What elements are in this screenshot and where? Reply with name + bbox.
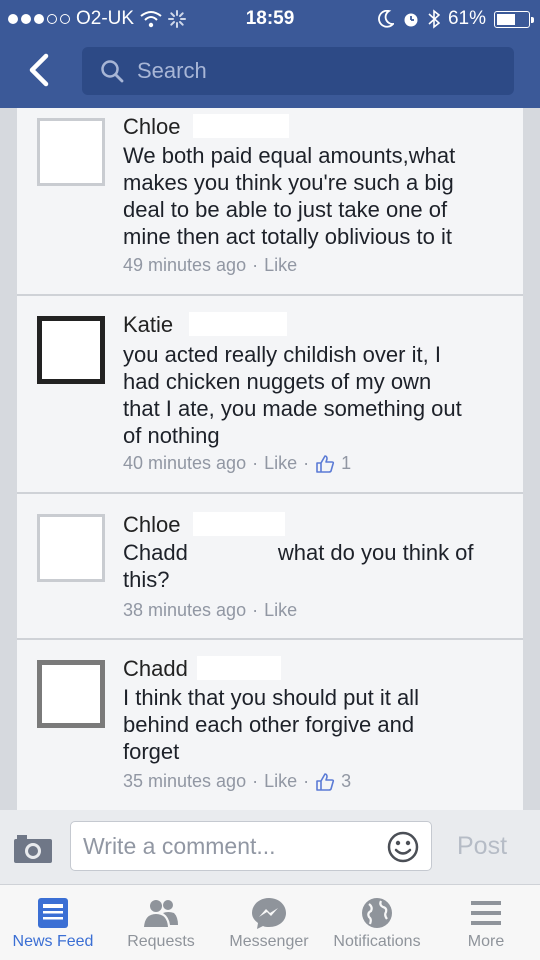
like-link[interactable]: Like: [264, 600, 297, 621]
comment-time: 38 minutes ago: [123, 600, 247, 620]
commenter-name[interactable]: Katie: [123, 312, 173, 338]
tab-requests[interactable]: Requests: [106, 885, 216, 960]
search-bar[interactable]: Search: [82, 47, 514, 95]
like-link[interactable]: Like: [264, 255, 297, 276]
tab-news-feed[interactable]: News Feed: [0, 885, 106, 960]
comment-meta: 35 minutes ago · Like · 3: [123, 771, 352, 792]
commenter-name[interactable]: Chloe: [123, 512, 180, 538]
post-button[interactable]: Post: [457, 832, 507, 861]
comment-meta: 49 minutes ago · Like: [123, 255, 298, 276]
tab-bar: News Feed Requests Messenger Notificatio…: [0, 884, 540, 960]
commenter-name[interactable]: Chloe: [123, 114, 180, 140]
avatar[interactable]: [37, 118, 105, 186]
emoji-icon[interactable]: [387, 831, 419, 863]
comment-text: Chadd what do you think of this?: [123, 540, 474, 592]
top-bar: O2-UK 18:59 61% Search: [0, 0, 540, 108]
news-feed-icon: [38, 898, 68, 928]
comment-time: 35 minutes ago: [123, 771, 247, 791]
redaction: [197, 656, 281, 680]
messenger-icon: [252, 898, 286, 929]
comment-meta: 38 minutes ago · Like: [123, 600, 298, 621]
tab-messenger[interactable]: Messenger: [216, 885, 322, 960]
comment-list: Chloe We both paid equal amounts,what ma…: [17, 108, 523, 810]
redaction: [193, 114, 289, 138]
avatar[interactable]: [37, 316, 105, 384]
avatar[interactable]: [37, 514, 105, 582]
like-link[interactable]: Like: [264, 453, 297, 474]
like-count: 1: [341, 453, 352, 473]
comment-composer: Write a comment... Post: [0, 810, 540, 884]
thumbs-up-icon: [316, 772, 335, 791]
battery-icon: [494, 10, 534, 28]
friend-requests-icon: [144, 900, 178, 927]
menu-icon: [471, 901, 501, 925]
commenter-name[interactable]: Chadd: [123, 656, 188, 682]
like-link[interactable]: Like: [264, 771, 297, 792]
comment-time: 40 minutes ago: [123, 453, 247, 473]
search-placeholder: Search: [137, 58, 207, 83]
comment-time: 49 minutes ago: [123, 255, 247, 275]
comment-meta: 40 minutes ago · Like · 1: [123, 453, 352, 474]
comment-item: Chloe Chadd what do you think of this? 38…: [17, 494, 523, 640]
search-icon: [101, 60, 124, 83]
redaction: [193, 512, 285, 536]
comment-placeholder: Write a comment...: [83, 833, 276, 859]
comment-item: Chloe We both paid equal amounts,what ma…: [17, 108, 523, 296]
comment-text: you acted really childish over it, I had…: [123, 342, 462, 448]
comment-text: I think that you should put it all behin…: [123, 685, 419, 764]
alarm-icon: [404, 13, 418, 27]
camera-icon[interactable]: [13, 834, 53, 864]
comment-text: We both paid equal amounts,what makes yo…: [123, 143, 456, 249]
tab-notifications[interactable]: Notifications: [322, 885, 432, 960]
moon-icon: [378, 10, 394, 28]
avatar[interactable]: [37, 660, 105, 728]
mention-link[interactable]: Chadd: [123, 540, 188, 565]
tab-more[interactable]: More: [432, 885, 540, 960]
comment-item: Chadd I think that you should put it all…: [17, 640, 523, 810]
comment-input[interactable]: Write a comment...: [70, 821, 432, 871]
comment-item: Katie you acted really childish over it,…: [17, 296, 523, 494]
status-right: 61%: [378, 8, 534, 30]
bluetooth-icon: [428, 9, 440, 29]
thumbs-up-icon: [316, 454, 335, 473]
status-bar: O2-UK 18:59 61%: [0, 0, 540, 38]
like-count: 3: [341, 771, 352, 791]
back-arrow-icon[interactable]: [22, 50, 58, 90]
redaction: [189, 312, 287, 336]
globe-icon: [362, 898, 392, 928]
battery-percent: 61%: [447, 8, 486, 29]
